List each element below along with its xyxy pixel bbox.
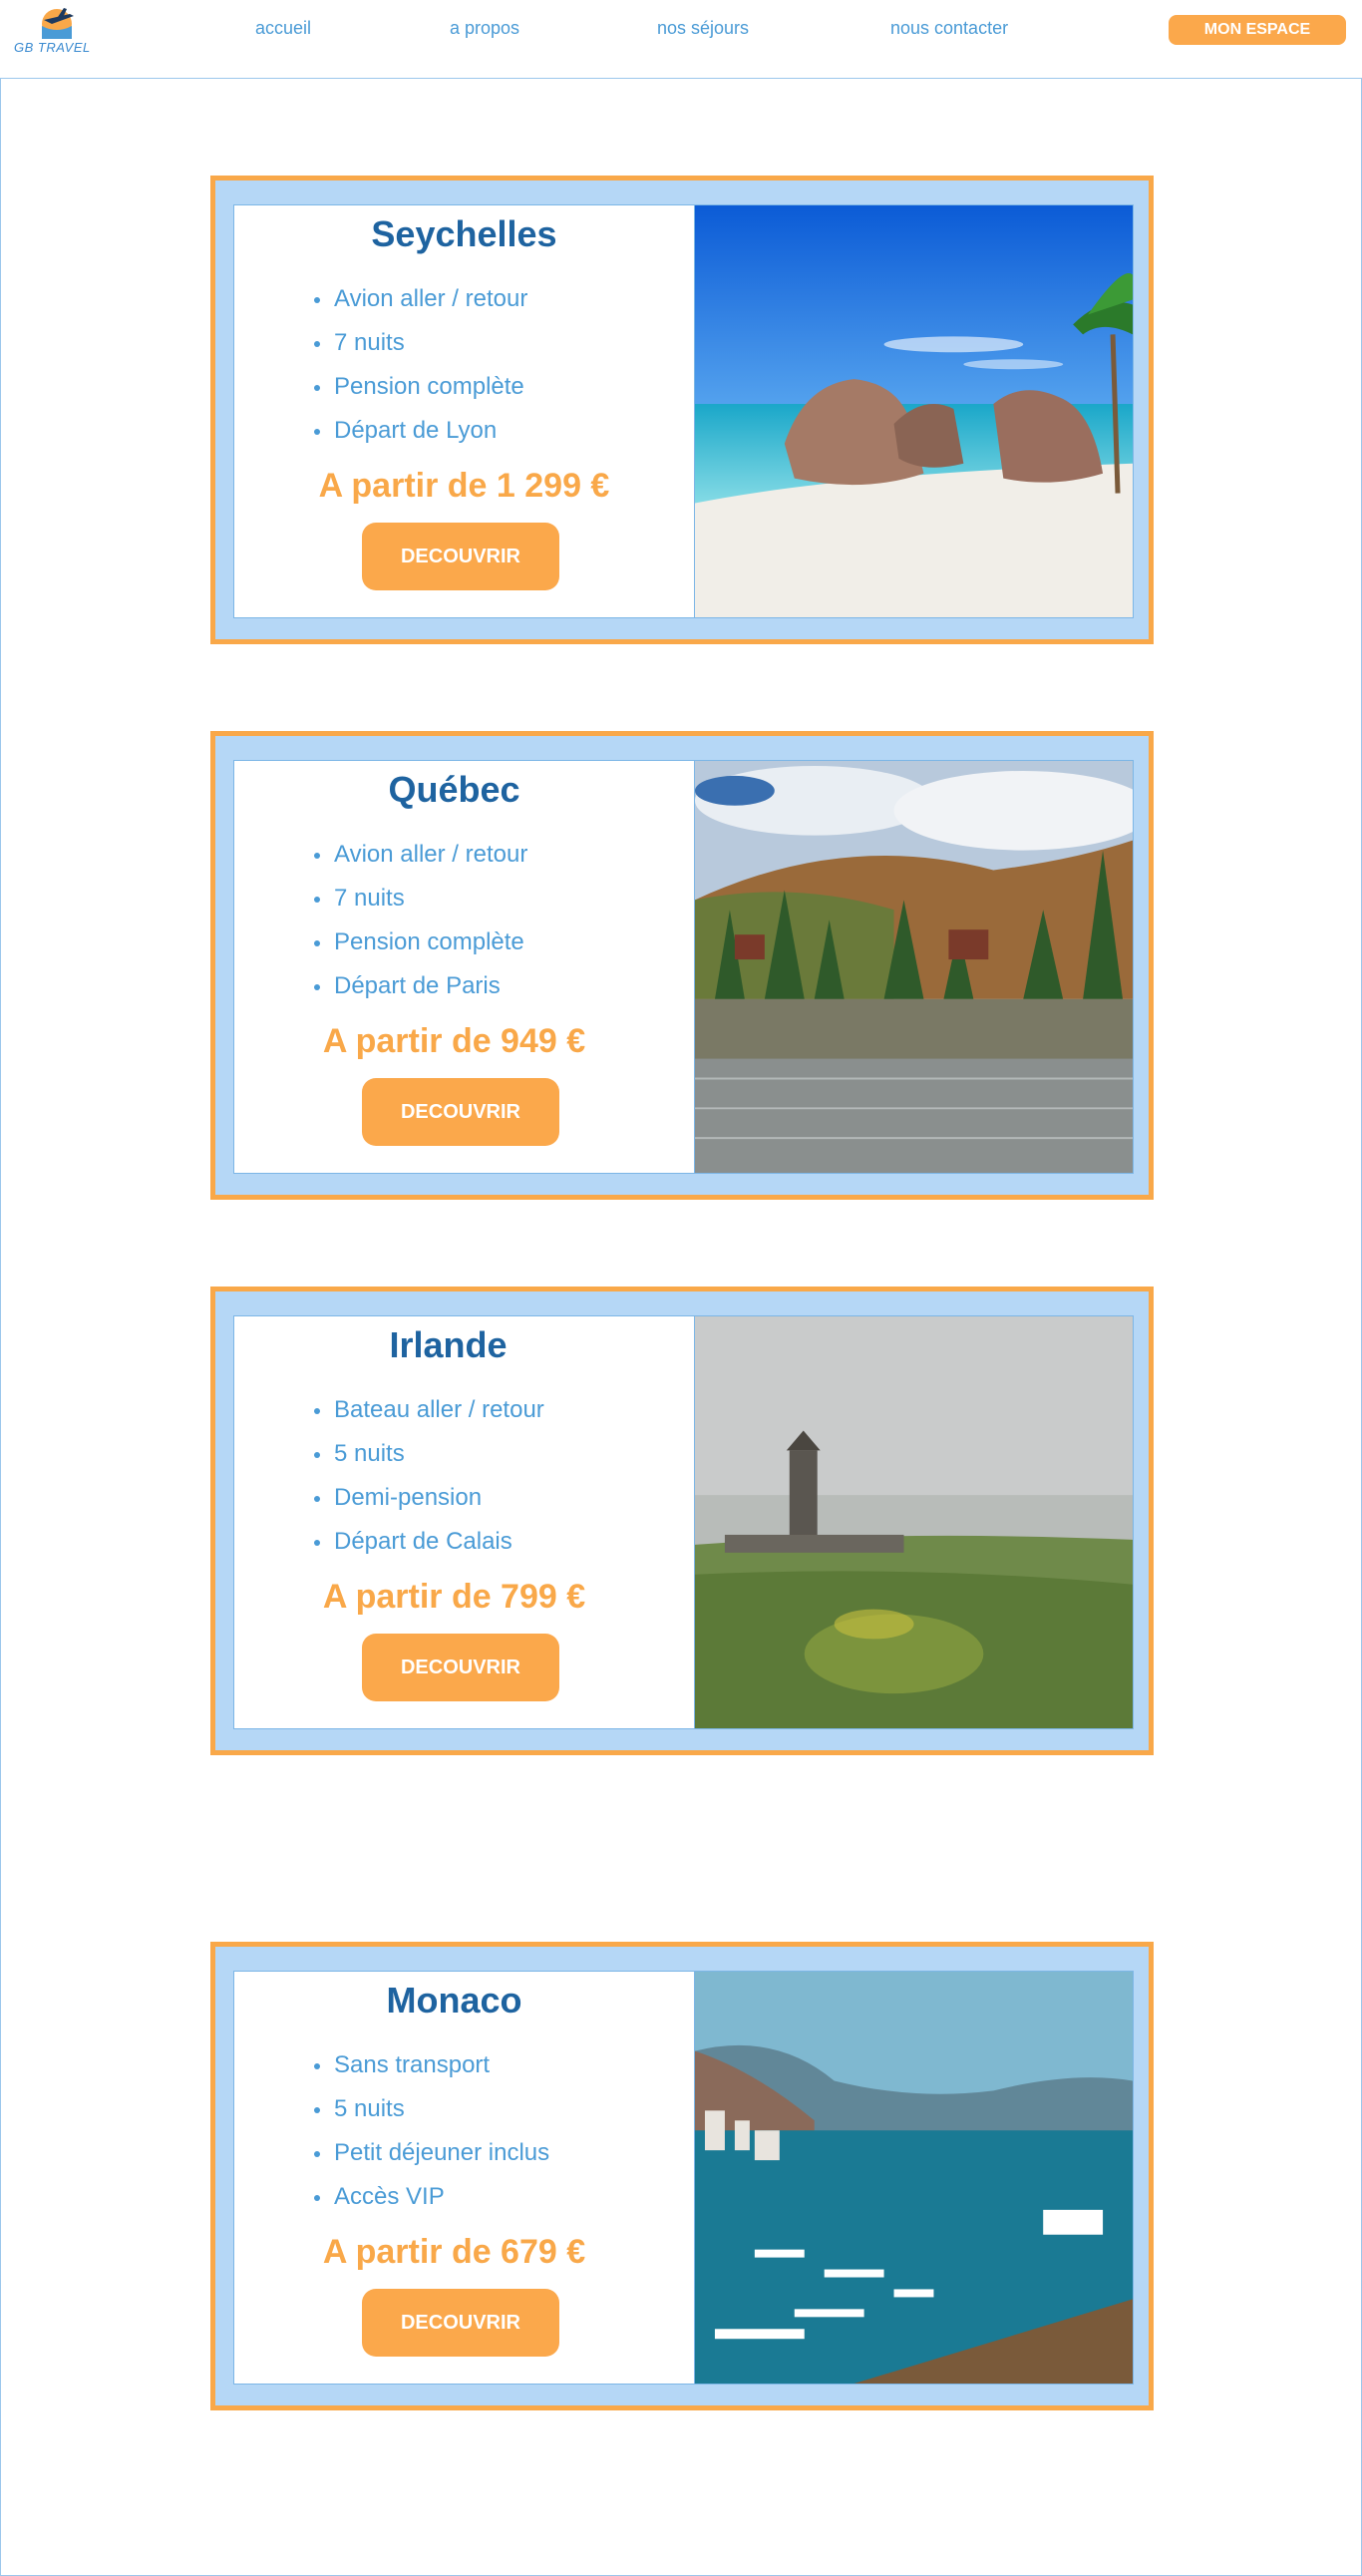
feature-item: Avion aller / retour xyxy=(313,277,527,321)
feature-item: Demi-pension xyxy=(314,1476,544,1520)
card-inner: Irlande Bateau aller / retour 5 nuits De… xyxy=(233,1315,1134,1729)
site-header: GB TRAVEL accueil a propos nos séjours n… xyxy=(0,0,1362,78)
lake-forest-image xyxy=(695,761,1133,1173)
price-label: A partir de 1 299 € xyxy=(318,467,610,505)
decouvrir-button[interactable]: DECOUVRIR xyxy=(362,523,559,590)
main-content: Seychelles Avion aller / retour 7 nuits … xyxy=(0,78,1362,2576)
card-inner: Monaco Sans transport 5 nuits Petit déje… xyxy=(233,1971,1134,2385)
feature-item: Pension complète xyxy=(313,365,527,409)
feature-item: 7 nuits xyxy=(313,877,527,920)
sejour-card-quebec: Québec Avion aller / retour 7 nuits Pens… xyxy=(210,731,1154,1200)
nav-nous-contacter[interactable]: nous contacter xyxy=(890,18,1008,39)
sejour-card-monaco: Monaco Sans transport 5 nuits Petit déje… xyxy=(210,1942,1154,2410)
nav-a-propos[interactable]: a propos xyxy=(450,18,519,39)
feature-item: Pension complète xyxy=(313,920,527,964)
feature-list: Avion aller / retour 7 nuits Pension com… xyxy=(313,277,527,453)
beach-rocks-image xyxy=(695,205,1133,617)
card-title: Irlande xyxy=(389,1324,508,1365)
harbor-image xyxy=(695,1972,1133,2384)
main-nav: accueil a propos nos séjours nous contac… xyxy=(0,18,1097,42)
feature-item: Départ de Paris xyxy=(313,964,527,1008)
feature-item: Petit déjeuner inclus xyxy=(313,2131,549,2175)
price-label: A partir de 949 € xyxy=(322,1022,586,1060)
mon-espace-button[interactable]: MON ESPACE xyxy=(1169,15,1346,45)
feature-item: Avion aller / retour xyxy=(313,833,527,877)
card-inner: Québec Avion aller / retour 7 nuits Pens… xyxy=(233,760,1134,1174)
nav-accueil[interactable]: accueil xyxy=(255,18,311,39)
nav-nos-sejours[interactable]: nos séjours xyxy=(657,18,749,39)
price-label: A partir de 799 € xyxy=(322,1578,586,1616)
card-inner: Seychelles Avion aller / retour 7 nuits … xyxy=(233,204,1134,618)
castle-field-image xyxy=(695,1316,1133,1728)
feature-item: 5 nuits xyxy=(314,1432,544,1476)
feature-item: 5 nuits xyxy=(313,2087,549,2131)
card-title: Monaco xyxy=(386,1980,522,2021)
feature-item: Accès VIP xyxy=(313,2175,549,2219)
logo-text: GB TRAVEL xyxy=(14,40,91,55)
card-title: Seychelles xyxy=(371,213,557,254)
card-text-panel: Québec Avion aller / retour 7 nuits Pens… xyxy=(234,761,695,1173)
decouvrir-button[interactable]: DECOUVRIR xyxy=(362,2289,559,2357)
sejour-card-irlande: Irlande Bateau aller / retour 5 nuits De… xyxy=(210,1287,1154,1755)
feature-item: Bateau aller / retour xyxy=(314,1388,544,1432)
feature-item: 7 nuits xyxy=(313,321,527,365)
feature-list: Sans transport 5 nuits Petit déjeuner in… xyxy=(313,2043,549,2219)
card-title: Québec xyxy=(388,769,520,810)
card-text-panel: Irlande Bateau aller / retour 5 nuits De… xyxy=(234,1316,695,1728)
card-text-panel: Seychelles Avion aller / retour 7 nuits … xyxy=(234,205,695,617)
feature-item: Départ de Calais xyxy=(314,1520,544,1564)
card-text-panel: Monaco Sans transport 5 nuits Petit déje… xyxy=(234,1972,695,2384)
feature-list: Avion aller / retour 7 nuits Pension com… xyxy=(313,833,527,1008)
feature-item: Départ de Lyon xyxy=(313,409,527,453)
feature-item: Sans transport xyxy=(313,2043,549,2087)
decouvrir-button[interactable]: DECOUVRIR xyxy=(362,1078,559,1146)
sejour-card-seychelles: Seychelles Avion aller / retour 7 nuits … xyxy=(210,176,1154,644)
decouvrir-button[interactable]: DECOUVRIR xyxy=(362,1634,559,1701)
price-label: A partir de 679 € xyxy=(322,2233,586,2271)
feature-list: Bateau aller / retour 5 nuits Demi-pensi… xyxy=(314,1388,544,1564)
